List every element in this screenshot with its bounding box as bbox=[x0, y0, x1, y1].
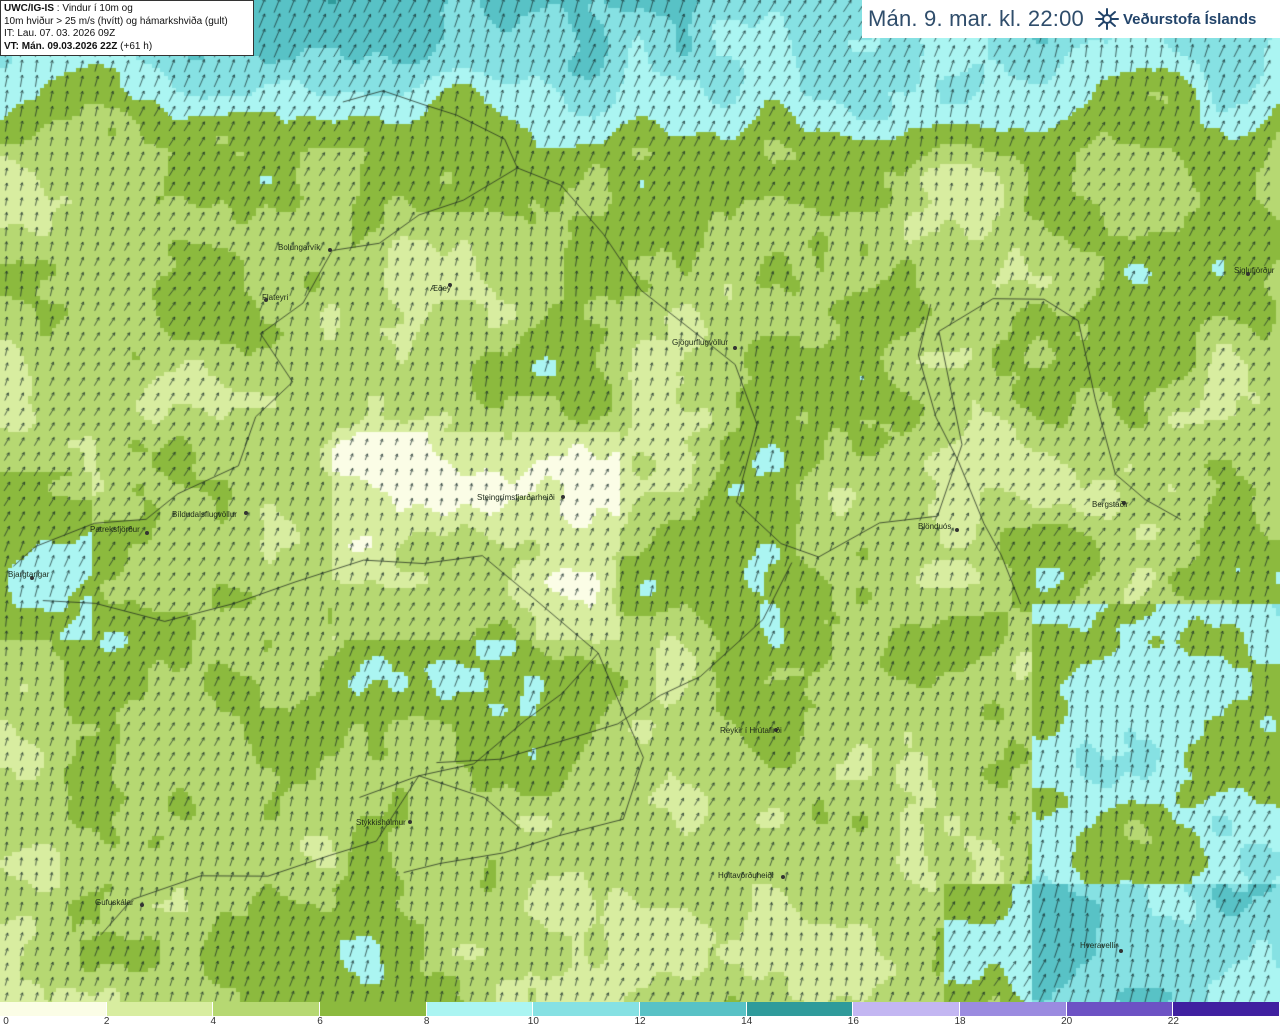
valid-time: VT: Mán. 09.03.2026 22Z bbox=[4, 40, 118, 52]
legend-label: 10 bbox=[527, 1016, 539, 1027]
place-label: Siglufjörður bbox=[1234, 266, 1275, 275]
place-marker bbox=[955, 528, 959, 532]
place-marker bbox=[140, 903, 144, 907]
legend-swatch bbox=[533, 1002, 641, 1016]
wind-speed-legend: 0 2 4 6 8 10 12 14 16 18 20 22 bbox=[0, 1002, 1280, 1030]
place-label: Bjargtangar bbox=[8, 570, 50, 579]
place-marker bbox=[561, 495, 565, 499]
place-marker bbox=[1119, 949, 1123, 953]
place-marker bbox=[244, 511, 248, 515]
legend-label: 6 bbox=[317, 1016, 323, 1027]
legend-swatch bbox=[106, 1002, 214, 1016]
legend-label: 12 bbox=[634, 1016, 646, 1027]
place-label: Bergstaðir bbox=[1092, 500, 1129, 509]
legend-label: 8 bbox=[423, 1016, 430, 1027]
legend-label: 20 bbox=[1061, 1016, 1073, 1027]
info-line2: 10m hviður > 25 m/s (hvítt) og hámarkshv… bbox=[4, 15, 228, 27]
place-label: Patreksfjörður bbox=[90, 525, 140, 534]
forecast-title-box: Mán. 9. mar. kl. 22:00 Veðurstofa Ísland… bbox=[862, 0, 1280, 38]
legend-swatch bbox=[853, 1002, 961, 1016]
place-label: Holtavörðuheiði bbox=[718, 871, 774, 880]
vedurstofa-logo-icon bbox=[1094, 8, 1119, 30]
info-line1: : Vindur í 10m og bbox=[54, 3, 133, 14]
model-name: UWC/IG-IS bbox=[4, 3, 54, 14]
wind-map bbox=[0, 0, 1280, 1002]
place-label: Bíldudalsflugvöllur bbox=[172, 510, 237, 519]
place-label: Blönduós bbox=[918, 522, 952, 531]
legend-label: 22 bbox=[1167, 1016, 1179, 1027]
place-label: Bolungarvík bbox=[278, 243, 321, 252]
place-marker bbox=[781, 875, 785, 879]
place-marker bbox=[408, 820, 412, 824]
place-label: Flateyri bbox=[262, 293, 289, 302]
place-label: Reykir í Hrútafirði bbox=[720, 726, 782, 735]
legend-swatch bbox=[960, 1002, 1067, 1016]
info-line3: IT: Lau. 07. 03. 2026 09Z bbox=[4, 28, 116, 39]
place-marker bbox=[328, 248, 332, 252]
forecast-time-title: Mán. 9. mar. kl. 22:00 bbox=[868, 6, 1084, 31]
place-label: Gjögurflugvöllur bbox=[672, 338, 729, 347]
legend-label: 2 bbox=[103, 1016, 110, 1027]
legend-label: 4 bbox=[210, 1016, 217, 1027]
legend-label: 16 bbox=[847, 1016, 859, 1027]
legend-swatch bbox=[426, 1002, 534, 1016]
valid-time-offset: (+61 h) bbox=[117, 40, 153, 52]
legend-label: 14 bbox=[741, 1016, 753, 1027]
vedurstofa-logo[interactable]: Veðurstofa Íslands bbox=[1094, 8, 1256, 30]
place-marker bbox=[145, 531, 149, 535]
legend-swatch bbox=[746, 1002, 854, 1016]
vedurstofa-logo-text: Veðurstofa Íslands bbox=[1122, 10, 1257, 28]
legend-swatch bbox=[1066, 1002, 1174, 1016]
place-marker bbox=[733, 346, 737, 350]
place-label: Stykkishólmur bbox=[356, 818, 406, 827]
place-label: Gufuskálar bbox=[95, 898, 134, 907]
place-label: Steingrímsfjarðarheiði bbox=[477, 493, 555, 502]
legend-color-bar bbox=[0, 1002, 1280, 1016]
legend-label: 18 bbox=[954, 1016, 966, 1027]
place-label: Æðey bbox=[430, 284, 451, 293]
legend-label: 0 bbox=[3, 1016, 9, 1027]
legend-swatch bbox=[320, 1002, 427, 1016]
legend-swatch bbox=[0, 1002, 107, 1016]
legend-swatch bbox=[213, 1002, 321, 1016]
model-info-box: UWC/IG-IS : Vindur í 10m og 10m hviður >… bbox=[0, 0, 254, 56]
legend-swatch bbox=[640, 1002, 747, 1016]
legend-swatch bbox=[1173, 1002, 1280, 1016]
place-label: Hveravellir bbox=[1080, 941, 1118, 950]
